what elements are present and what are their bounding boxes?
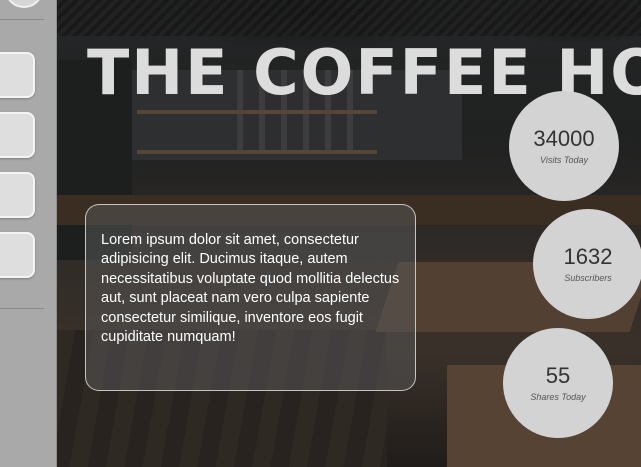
sidebar-divider-top [0, 19, 44, 20]
stat-value: 55 [545, 363, 571, 389]
sidebar-button-2[interactable] [0, 112, 35, 158]
stat-shares-today: 55 Shares Today [503, 328, 613, 438]
hero-section: THE COFFEE HOU Lorem ipsum dolor sit ame… [57, 0, 641, 467]
sidebar-button-3[interactable] [0, 172, 35, 218]
stat-visits-today: 34000 Visits Today [509, 91, 619, 201]
sidebar-button-1[interactable] [0, 52, 35, 98]
sidebar-divider-bottom [0, 308, 44, 309]
sidebar-button-4[interactable] [0, 232, 35, 278]
stat-label: Visits Today [539, 154, 589, 165]
description-text: Lorem ipsum dolor sit amet, consectetur … [101, 232, 400, 346]
stat-value: 1632 [563, 244, 613, 270]
stat-label: Subscribers [564, 272, 612, 283]
stat-subscribers: 1632 Subscribers [533, 209, 641, 319]
avatar[interactable] [6, 0, 42, 8]
description-card: Lorem ipsum dolor sit amet, consectetur … [85, 204, 416, 391]
sidebar [0, 0, 57, 467]
stat-value: 34000 [533, 126, 595, 152]
stat-label: Shares Today [530, 391, 586, 402]
